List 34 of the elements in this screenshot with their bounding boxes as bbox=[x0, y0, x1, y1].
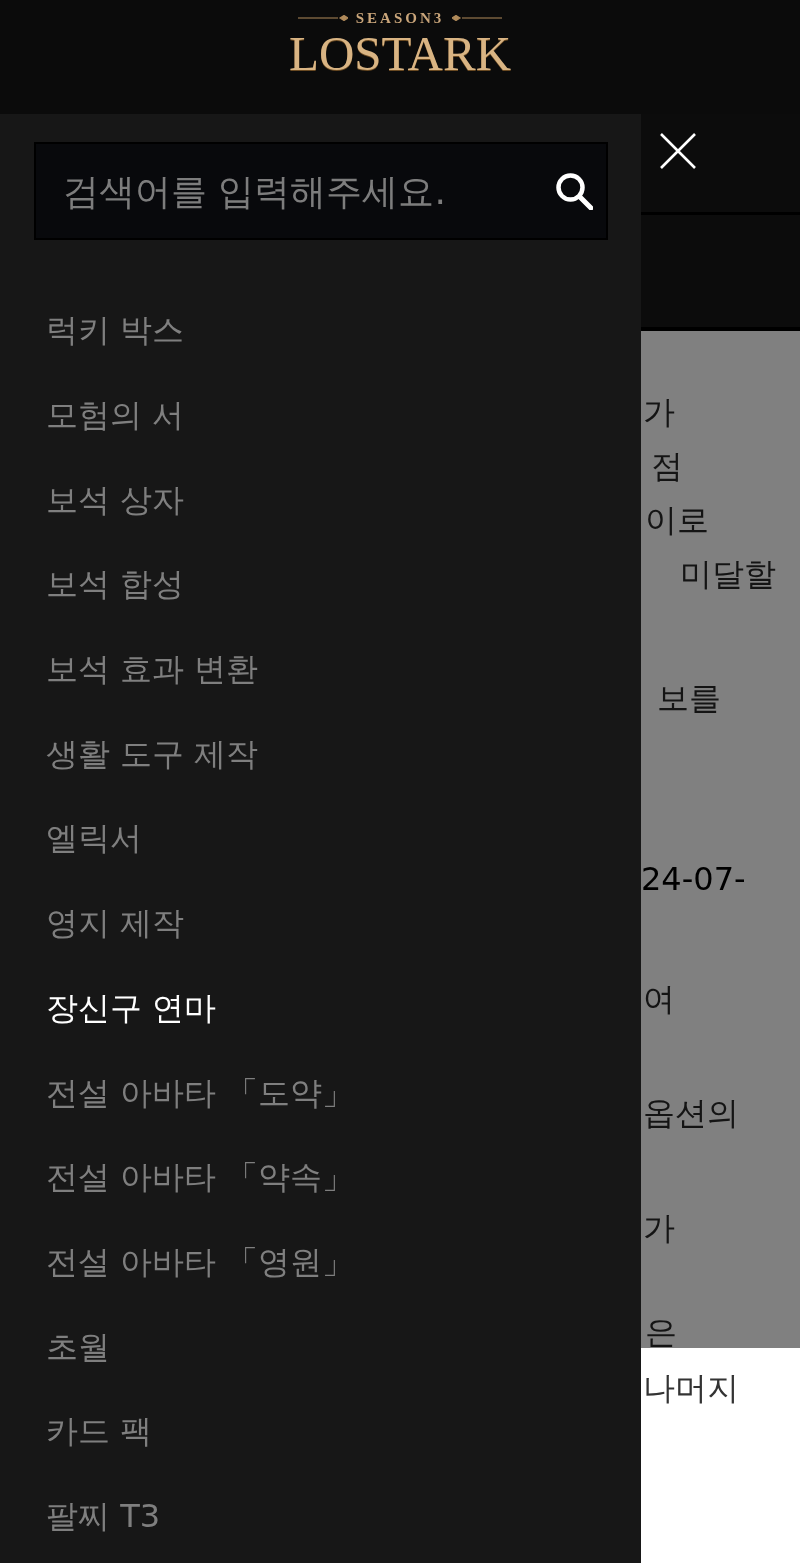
search-field[interactable]: 검색어를 입력해주세요. bbox=[34, 142, 608, 240]
close-button[interactable] bbox=[660, 133, 696, 169]
page-text: 보를 bbox=[656, 678, 722, 719]
ornament-icon bbox=[297, 15, 348, 21]
menu-item[interactable]: 엘릭서 bbox=[46, 816, 142, 861]
close-icon bbox=[660, 133, 696, 169]
menu-item[interactable]: 보석 합성 bbox=[46, 562, 185, 607]
page-text: 점 bbox=[650, 446, 684, 487]
menu-item[interactable]: 전설 아바타 「도약」 bbox=[46, 1070, 355, 1115]
menu-item[interactable]: 보석 상자 bbox=[46, 477, 185, 522]
menu-item[interactable]: 보석 효과 변환 bbox=[46, 647, 259, 692]
menu-item[interactable]: 초월 bbox=[46, 1324, 110, 1369]
menu-item[interactable]: 생활 도구 제작 bbox=[46, 731, 259, 776]
menu-item[interactable]: 장신구 연마 bbox=[46, 985, 217, 1030]
page-text: 옵션의 bbox=[642, 1093, 740, 1134]
page-text: 나머지 bbox=[642, 1368, 740, 1409]
page-text: 미달할 bbox=[679, 554, 777, 595]
page-text: 가 bbox=[642, 392, 676, 433]
logo-season-text: SEASON3 bbox=[355, 9, 445, 28]
menu-item[interactable]: 럭키 박스 bbox=[46, 308, 185, 353]
menu-item[interactable]: 전설 아바타 「약속」 bbox=[46, 1155, 355, 1200]
menu-item[interactable]: 팔찌 T3 bbox=[46, 1493, 161, 1538]
page-text: 은 bbox=[644, 1315, 678, 1349]
page-text: 여 bbox=[642, 979, 676, 1020]
menu-item[interactable]: 카드 팩 bbox=[46, 1409, 153, 1454]
menu-item[interactable]: 모험의 서 bbox=[46, 393, 185, 438]
logo-wordmark[interactable]: LOSTARK bbox=[289, 28, 511, 80]
menu-item[interactable]: 전설 아바타 「영원」 bbox=[46, 1239, 355, 1284]
menu-item[interactable]: 영지 제작 bbox=[46, 901, 185, 946]
ornament-icon bbox=[452, 15, 503, 21]
page-text: 24-07- bbox=[641, 859, 747, 900]
page-text: 이로 bbox=[644, 500, 710, 541]
search-icon[interactable] bbox=[555, 172, 593, 210]
page-text: 가 bbox=[642, 1208, 676, 1249]
